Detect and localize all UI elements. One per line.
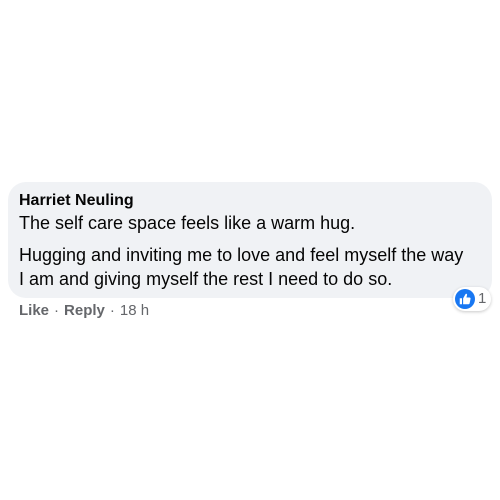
comment-author-name[interactable]: Harriet Neuling xyxy=(19,191,480,211)
comment-text-paragraph: The self care space feels like a warm hu… xyxy=(19,213,356,233)
reaction-count: 1 xyxy=(478,290,487,307)
comment-timestamp[interactable]: 18 h xyxy=(120,301,149,321)
like-button[interactable]: Like xyxy=(19,301,49,321)
comment-action-bar: Like · Reply · 18 h xyxy=(19,301,149,321)
reaction-summary[interactable]: 1 xyxy=(453,287,492,311)
like-thumbs-up-icon xyxy=(455,289,475,309)
comment-text-paragraph: Hugging and inviting me to love and feel… xyxy=(19,245,464,289)
reply-button[interactable]: Reply xyxy=(64,301,105,321)
separator-dot: · xyxy=(109,302,115,319)
separator-dot: · xyxy=(54,302,60,319)
comment-bubble: Harriet Neuling The self care space feel… xyxy=(8,182,492,298)
